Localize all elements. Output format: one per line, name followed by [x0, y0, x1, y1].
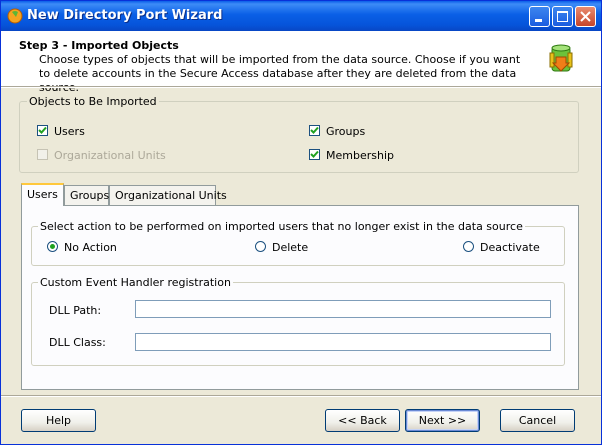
org-units-checkbox-label: Organizational Units [54, 149, 166, 162]
step-description: Choose types of objects that will be imp… [39, 53, 521, 94]
delete-label[interactable]: Delete [272, 241, 308, 254]
wizard-window: New Directory Port Wizard Step 3 - Impor… [0, 0, 602, 445]
handler-group [31, 282, 565, 366]
tab-groups[interactable]: Groups [64, 185, 109, 206]
dll-path-input[interactable] [135, 300, 551, 318]
wizard-header: Step 3 - Imported Objects Choose types o… [1, 31, 601, 94]
close-button[interactable] [575, 6, 596, 27]
app-icon [7, 8, 23, 24]
no-action-label[interactable]: No Action [64, 241, 117, 254]
footer-separator [1, 395, 601, 397]
title-bar[interactable]: New Directory Port Wizard [1, 1, 601, 31]
next-button-label: Next >> [418, 414, 467, 427]
objects-group [19, 101, 579, 173]
objects-group-title: Objects to Be Imported [27, 95, 159, 108]
deactivate-radio[interactable] [463, 241, 474, 252]
groups-checkbox-label[interactable]: Groups [326, 125, 365, 138]
no-action-radio[interactable] [47, 241, 58, 252]
membership-checkbox-label[interactable]: Membership [326, 149, 394, 162]
header-separator [1, 86, 601, 88]
tab-organizational-units[interactable]: Organizational Units [109, 185, 227, 206]
cancel-button[interactable]: Cancel [500, 409, 575, 432]
help-button-label: Help [45, 414, 72, 427]
org-units-checkbox[interactable] [37, 149, 48, 160]
window-title: New Directory Port Wizard [27, 8, 223, 23]
next-button[interactable]: Next >> [405, 409, 480, 432]
action-group-title: Select action to be performed on importe… [38, 220, 525, 233]
back-button[interactable]: << Back [325, 409, 400, 432]
dll-path-label: DLL Path: [49, 304, 102, 317]
minimize-button[interactable] [529, 6, 550, 27]
database-arrow-icon [549, 43, 575, 75]
delete-radio[interactable] [255, 241, 266, 252]
users-checkbox[interactable] [37, 125, 48, 136]
help-button[interactable]: Help [21, 409, 96, 432]
step-title: Step 3 - Imported Objects [19, 39, 179, 52]
deactivate-label[interactable]: Deactivate [480, 241, 540, 254]
maximize-button[interactable] [552, 6, 573, 27]
dll-class-input[interactable] [135, 333, 551, 351]
dll-class-label: DLL Class: [49, 336, 106, 349]
membership-checkbox[interactable] [309, 149, 320, 160]
tab-users[interactable]: Users [21, 183, 64, 206]
users-checkbox-label[interactable]: Users [54, 125, 85, 138]
handler-group-title: Custom Event Handler registration [38, 276, 233, 289]
groups-checkbox[interactable] [309, 125, 320, 136]
back-button-label: << Back [338, 414, 387, 427]
cancel-button-label: Cancel [518, 414, 557, 427]
